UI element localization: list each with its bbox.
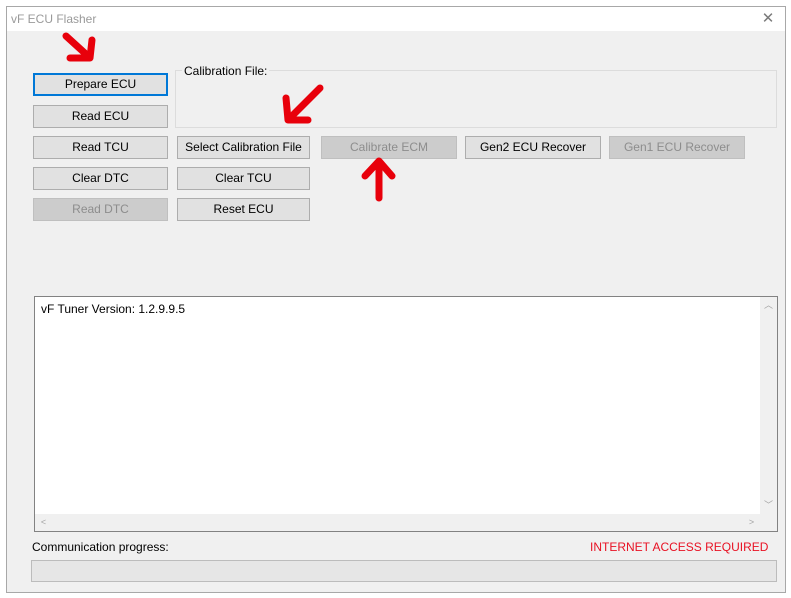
calibration-file-group: Calibration File: [175, 64, 777, 128]
reset-ecu-button[interactable]: Reset ECU [177, 198, 310, 221]
scroll-right-icon[interactable]: > [743, 514, 760, 531]
communication-progress-bar [31, 560, 777, 582]
read-ecu-button[interactable]: Read ECU [33, 105, 168, 128]
log-output[interactable]: vF Tuner Version: 1.2.9.9.5 ︿ ﹀ < > [34, 296, 778, 532]
gen1-ecu-recover-button: Gen1 ECU Recover [609, 136, 745, 159]
select-calibration-file-button[interactable]: Select Calibration File [177, 136, 310, 159]
scrollbar-corner [760, 514, 777, 531]
scroll-down-icon[interactable]: ﹀ [760, 497, 777, 514]
progress-label: Communication progress: [32, 540, 169, 554]
annotation-arrow-icon [282, 84, 324, 124]
internet-warning: INTERNET ACCESS REQUIRED [590, 540, 769, 554]
clear-dtc-button[interactable]: Clear DTC [33, 167, 168, 190]
prepare-ecu-button[interactable]: Prepare ECU [33, 73, 168, 96]
calibration-file-label: Calibration File: [182, 64, 270, 78]
clear-tcu-button[interactable]: Clear TCU [177, 167, 310, 190]
log-line: vF Tuner Version: 1.2.9.9.5 [41, 302, 186, 316]
horizontal-scrollbar[interactable]: < > [35, 514, 760, 531]
scroll-up-icon[interactable]: ︿ [760, 297, 777, 314]
vertical-scrollbar[interactable]: ︿ ﹀ [760, 297, 777, 514]
read-dtc-button: Read DTC [33, 198, 168, 221]
read-tcu-button[interactable]: Read TCU [33, 136, 168, 159]
close-icon[interactable]: ✕ [757, 8, 779, 30]
window-title: vF ECU Flasher [11, 12, 97, 26]
title-bar: vF ECU Flasher ✕ [7, 7, 785, 31]
annotation-arrow-icon [62, 32, 96, 62]
gen2-ecu-recover-button[interactable]: Gen2 ECU Recover [465, 136, 601, 159]
scroll-left-icon[interactable]: < [35, 514, 52, 531]
app-window: vF ECU Flasher ✕ Prepare ECU Read ECU Re… [6, 6, 786, 593]
annotation-arrow-icon [361, 157, 396, 202]
